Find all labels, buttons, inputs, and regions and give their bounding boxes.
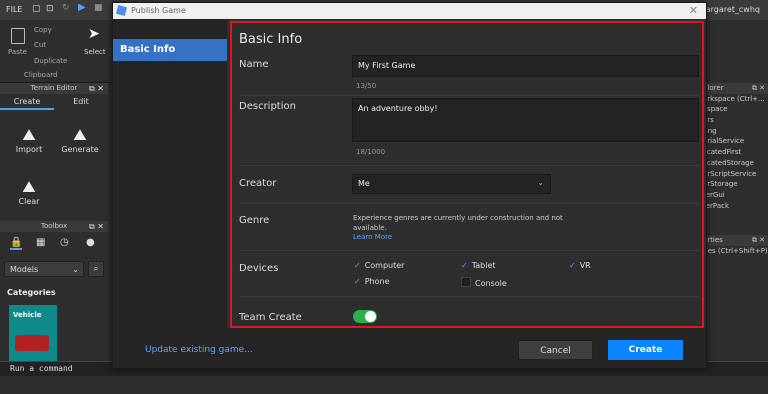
- toolbox-title: Toolbox: [40, 222, 68, 230]
- explorer-item[interactable]: licatedFirst: [700, 147, 768, 158]
- explorer-close-icon[interactable]: ⧉ ✕: [752, 83, 765, 94]
- publish-game-dialog: Publish Game ✕ Basic Info Basic Info Nam…: [112, 2, 707, 369]
- explorer-item[interactable]: erStorage: [700, 179, 768, 190]
- import-tool[interactable]: ⛰ Import: [4, 125, 54, 154]
- open-file-icon[interactable]: ⊡: [46, 4, 54, 14]
- dialog-sidebar: Basic Info: [113, 19, 227, 328]
- clear-tool[interactable]: ⛰ Clear: [4, 177, 54, 206]
- grid-icon[interactable]: ▦: [36, 237, 45, 248]
- vehicle-thumbnail: [15, 335, 49, 351]
- models-dropdown[interactable]: Models ⌄: [4, 261, 84, 277]
- categories-heading: Categories: [7, 288, 56, 297]
- select-button[interactable]: Select: [84, 48, 106, 56]
- tab-edit[interactable]: Edit: [54, 94, 108, 110]
- panel-close-icon[interactable]: ⧉ ✕: [89, 83, 104, 94]
- clipboard-group-label: Clipboard: [24, 71, 58, 79]
- select-cursor-icon[interactable]: ➤: [88, 26, 100, 42]
- explorer-item[interactable]: orialService: [700, 136, 768, 147]
- terrain-editor-panel: Terrain Editor ⧉ ✕ Create Edit ⛰ Import …: [0, 83, 108, 218]
- explorer-panel: plorer ⧉ ✕ orkspace (Ctrl+... kspace ers…: [700, 83, 768, 233]
- explorer-item[interactable]: terPack: [700, 201, 768, 212]
- search-icon[interactable]: ⌕: [88, 261, 104, 277]
- dialog-title-bar: Publish Game ✕: [113, 3, 706, 19]
- inventory-icon[interactable]: 🔒: [10, 237, 23, 250]
- paste-label[interactable]: Paste: [8, 48, 27, 56]
- command-input[interactable]: Run a command: [10, 364, 73, 373]
- generate-icon: ⛰: [73, 125, 87, 144]
- toolbox-panel: Toolbox ⧉ ✕ 🔒 ▦ ◷ ● Models ⌄ ⌕ Categorie…: [0, 221, 108, 361]
- properties-filter[interactable]: ties (Ctrl+Shift+P): [700, 246, 768, 257]
- toolbox-tabs: 🔒 ▦ ◷ ●: [0, 235, 108, 255]
- generate-tool[interactable]: ⛰ Generate: [55, 125, 105, 154]
- home-ribbon: Paste Copy Cut Duplicate ➤ Select Clipbo…: [0, 20, 112, 83]
- sidebar-item-basic-info[interactable]: Basic Info: [113, 39, 227, 61]
- terrain-editor-header: Terrain Editor ⧉ ✕: [0, 83, 108, 94]
- explorer-item[interactable]: terGui: [700, 190, 768, 201]
- tab-create[interactable]: Create: [0, 94, 54, 110]
- explorer-item[interactable]: erScriptService: [700, 169, 768, 180]
- cancel-button[interactable]: Cancel: [518, 340, 593, 360]
- explorer-filter[interactable]: orkspace (Ctrl+...: [700, 94, 768, 105]
- duplicate-button[interactable]: Duplicate: [34, 57, 67, 65]
- dialog-title: Publish Game: [131, 6, 186, 15]
- terrain-tabs: Create Edit: [0, 94, 108, 110]
- clock-icon[interactable]: ◷: [60, 237, 69, 248]
- play-icon[interactable]: ▶: [78, 2, 86, 13]
- copy-button[interactable]: Copy: [34, 26, 52, 34]
- pin-icon[interactable]: ●: [86, 237, 95, 248]
- generate-label: Generate: [61, 145, 99, 154]
- highlight-box: [230, 21, 704, 328]
- category-card-label: Vehicle: [13, 311, 42, 319]
- terrain-editor-title: Terrain Editor: [30, 84, 78, 92]
- close-icon[interactable]: ✕: [689, 4, 698, 17]
- toolbox-header: Toolbox ⧉ ✕: [0, 221, 108, 232]
- explorer-header: plorer ⧉ ✕: [700, 83, 768, 94]
- update-existing-game-link[interactable]: Update existing game...: [145, 345, 253, 355]
- chevron-down-icon: ⌄: [72, 265, 79, 274]
- properties-close-icon[interactable]: ⧉ ✕: [752, 235, 765, 246]
- models-dropdown-value: Models: [10, 265, 39, 274]
- redo-icon[interactable]: ↻: [62, 3, 70, 13]
- toolbox-close-icon[interactable]: ⧉ ✕: [89, 221, 104, 232]
- import-icon: ⛰: [22, 125, 36, 144]
- category-card-vehicle[interactable]: Vehicle: [9, 305, 57, 361]
- cut-button[interactable]: Cut: [34, 41, 46, 49]
- explorer-item[interactable]: ting: [700, 126, 768, 137]
- explorer-item[interactable]: licatedStorage: [700, 158, 768, 169]
- clear-label: Clear: [18, 197, 40, 206]
- paste-icon[interactable]: [11, 28, 25, 44]
- dialog-footer: Update existing game... Cancel Create: [113, 328, 706, 368]
- roblox-studio-logo-icon: [115, 4, 128, 17]
- create-button[interactable]: Create: [608, 340, 683, 360]
- import-label: Import: [15, 145, 43, 154]
- properties-header: erties ⧉ ✕: [700, 235, 768, 246]
- explorer-item[interactable]: kspace: [700, 104, 768, 115]
- clear-icon: ⛰: [22, 177, 36, 196]
- properties-panel: erties ⧉ ✕ ties (Ctrl+Shift+P): [700, 235, 768, 275]
- new-file-icon[interactable]: ▢: [32, 4, 41, 14]
- stop-icon[interactable]: ■: [94, 3, 103, 13]
- username[interactable]: margaret_cwhq: [698, 5, 760, 14]
- explorer-item[interactable]: ers: [700, 115, 768, 126]
- file-menu[interactable]: FILE: [6, 5, 22, 14]
